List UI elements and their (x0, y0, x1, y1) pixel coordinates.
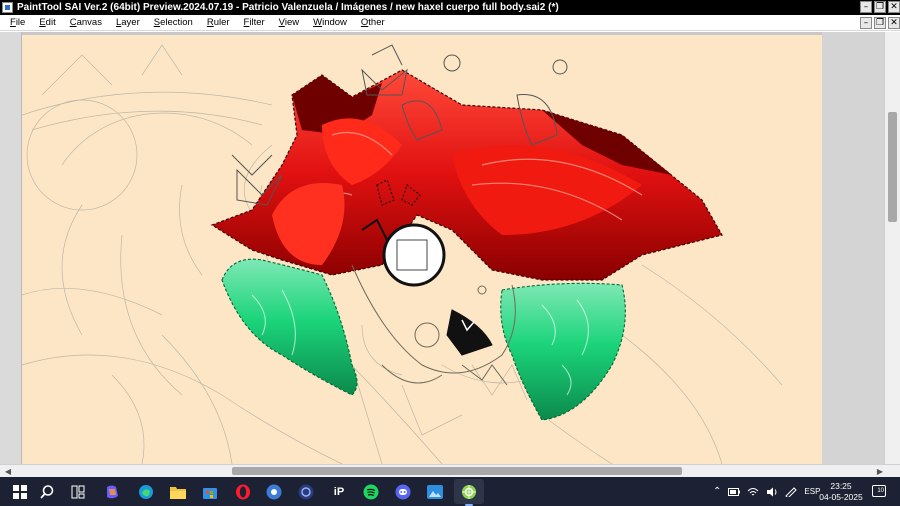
spotify-icon[interactable] (361, 482, 381, 502)
edge-icon[interactable] (136, 482, 156, 502)
menu-file[interactable]: File (10, 17, 25, 28)
clock-date: 04-05-2025 (819, 492, 863, 502)
clock[interactable]: 23:25 04-05-2025 (816, 481, 866, 503)
copilot-icon[interactable] (102, 482, 122, 502)
clock-time: 23:25 (830, 481, 852, 491)
menu-bar: File Edit Canvas Layer Selection Ruler F… (0, 15, 900, 31)
workspace (0, 32, 900, 464)
photos-icon[interactable] (425, 482, 445, 502)
doc-minimize-button[interactable]: – (860, 17, 872, 29)
painttool-sai-window: PaintTool SAI Ver.2 (64bit) Preview.2024… (0, 0, 900, 506)
artwork (22, 44, 783, 464)
horizontal-scroll-thumb[interactable] (232, 467, 682, 475)
drawing-canvas[interactable] (22, 35, 822, 464)
menu-window[interactable]: Window (313, 17, 347, 28)
notification-icon[interactable]: 10 (872, 485, 886, 497)
windows-start-icon[interactable] (10, 482, 30, 502)
microsoft-store-icon[interactable] (200, 482, 220, 502)
opera-icon[interactable] (233, 482, 253, 502)
pen-icon[interactable] (785, 486, 798, 497)
menu-layer[interactable]: Layer (116, 17, 140, 28)
painttool-sai-icon[interactable] (459, 482, 479, 506)
vertical-scrollbar[interactable] (884, 32, 900, 464)
blue-app-icon[interactable] (264, 482, 284, 502)
window-title: PaintTool SAI Ver.2 (64bit) Preview.2024… (17, 2, 559, 13)
menu-other[interactable]: Other (361, 17, 385, 28)
menu-edit[interactable]: Edit (39, 17, 55, 28)
wifi-icon[interactable] (747, 487, 759, 497)
red-hair (210, 69, 723, 281)
system-tray: ⌃ ESP (713, 477, 820, 506)
task-view-icon[interactable] (68, 482, 88, 502)
scroll-left-icon[interactable]: ◀ (2, 466, 14, 477)
left-panel-edge (0, 32, 22, 464)
search-icon[interactable] (37, 482, 57, 502)
menu-view[interactable]: View (279, 17, 299, 28)
menu-ruler[interactable]: Ruler (207, 17, 230, 28)
menu-filter[interactable]: Filter (244, 17, 265, 28)
close-button[interactable]: ✕ (888, 1, 900, 13)
doc-restore-button[interactable]: ❐ (874, 17, 886, 29)
file-explorer-icon[interactable] (168, 482, 188, 502)
horizontal-scrollbar[interactable]: ◀ ▶ (0, 464, 900, 477)
document-window-controls: – ❐ ✕ (860, 17, 900, 29)
chevron-up-icon[interactable]: ⌃ (713, 486, 721, 497)
title-bar: PaintTool SAI Ver.2 (64bit) Preview.2024… (0, 0, 900, 15)
window-controls: – ❐ ✕ (860, 1, 900, 13)
minimize-button[interactable]: – (860, 1, 872, 13)
doc-close-button[interactable]: ✕ (888, 17, 900, 29)
app-logo-icon (2, 2, 13, 13)
discord-icon[interactable] (393, 482, 413, 502)
vertical-scroll-thumb[interactable] (888, 112, 897, 222)
dark-circle-app-icon[interactable] (296, 482, 316, 502)
windows-taskbar: iP ⌃ ESP 23:25 04-05-2025 10 (0, 477, 900, 506)
menu-selection[interactable]: Selection (154, 17, 193, 28)
scroll-right-icon[interactable]: ▶ (874, 466, 886, 477)
restore-button[interactable]: ❐ (874, 1, 886, 13)
volume-icon[interactable] (766, 487, 778, 497)
canvas-margin (822, 32, 884, 464)
ip-app-icon[interactable]: iP (329, 482, 349, 502)
menu-canvas[interactable]: Canvas (70, 17, 102, 28)
battery-icon[interactable] (728, 487, 741, 496)
